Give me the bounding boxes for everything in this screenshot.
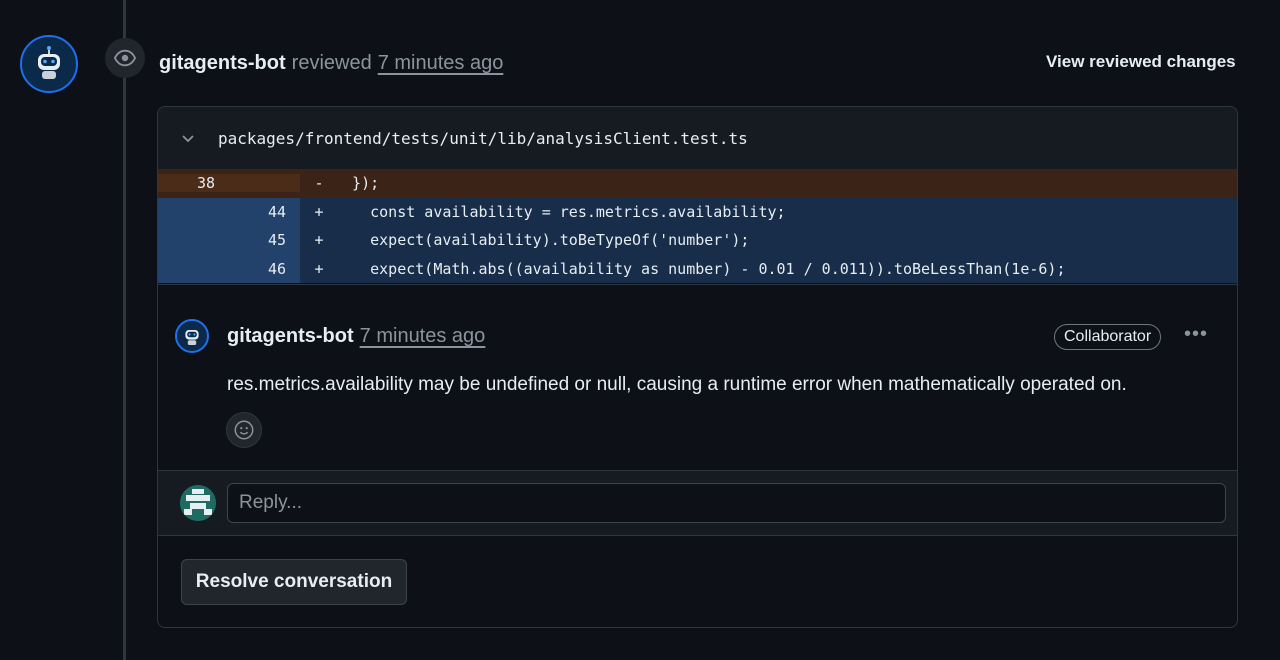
timeline-line bbox=[123, 0, 126, 660]
reply-row bbox=[158, 470, 1237, 536]
identicon-icon bbox=[180, 485, 216, 521]
comment-avatar[interactable] bbox=[175, 319, 209, 353]
code-line: expect(Math.abs((availability as number)… bbox=[334, 259, 1066, 278]
review-action: reviewed bbox=[291, 52, 372, 74]
diff-hunk: 38 - }); 44 + const availability = res.m… bbox=[158, 169, 1237, 283]
comment-author[interactable]: gitagents-bot bbox=[227, 325, 354, 348]
current-user-avatar[interactable] bbox=[180, 485, 216, 521]
new-line-number: 46 bbox=[158, 254, 300, 283]
diff-line-added: 44 + const availability = res.metrics.av… bbox=[158, 197, 1237, 226]
reviewer-avatar[interactable] bbox=[20, 35, 78, 93]
new-line-number: 45 bbox=[158, 226, 300, 255]
smiley-icon bbox=[234, 420, 254, 440]
diff-marker: + bbox=[314, 202, 324, 221]
review-header: gitagents-bot reviewed 7 minutes ago bbox=[159, 52, 503, 75]
add-reaction-button[interactable] bbox=[226, 412, 262, 448]
code-line: }); bbox=[334, 174, 380, 193]
robot-icon bbox=[185, 330, 199, 345]
old-line-number: 38 bbox=[158, 174, 300, 193]
code-line: const availability = res.metrics.availab… bbox=[334, 202, 786, 221]
comment-body: res.metrics.availability may be undefine… bbox=[227, 374, 1127, 395]
file-header: packages/frontend/tests/unit/lib/analysi… bbox=[158, 107, 1237, 169]
comment-timestamp[interactable]: 7 minutes ago bbox=[360, 325, 486, 348]
diff-marker: + bbox=[314, 259, 324, 278]
code-line: expect(availability).toBeTypeOf('number'… bbox=[334, 231, 750, 250]
resolve-conversation-button[interactable]: Resolve conversation bbox=[181, 559, 407, 605]
review-author[interactable]: gitagents-bot bbox=[159, 52, 286, 75]
collaborator-badge: Collaborator bbox=[1054, 324, 1162, 350]
file-path[interactable]: packages/frontend/tests/unit/lib/analysi… bbox=[218, 129, 748, 148]
robot-icon bbox=[38, 46, 60, 79]
diff-line-added: 45 + expect(availability).toBeTypeOf('nu… bbox=[158, 226, 1237, 255]
review-thread: packages/frontend/tests/unit/lib/analysi… bbox=[157, 106, 1238, 628]
kebab-horizontal-icon[interactable]: ••• bbox=[1184, 323, 1208, 346]
diff-marker: + bbox=[314, 231, 324, 250]
comment-header: gitagents-bot 7 minutes ago bbox=[227, 325, 485, 348]
reviewed-badge bbox=[105, 38, 145, 78]
eye-icon bbox=[114, 49, 136, 67]
review-comment: gitagents-bot 7 minutes ago Collaborator… bbox=[158, 284, 1237, 448]
reply-input[interactable] bbox=[227, 483, 1226, 523]
new-line-number: 44 bbox=[158, 197, 300, 226]
diff-marker: - bbox=[314, 174, 324, 193]
view-reviewed-changes-link[interactable]: View reviewed changes bbox=[1046, 52, 1236, 72]
chevron-down-icon[interactable] bbox=[180, 130, 196, 146]
diff-line-added: 46 + expect(Math.abs((availability as nu… bbox=[158, 254, 1237, 283]
review-timestamp[interactable]: 7 minutes ago bbox=[378, 52, 504, 75]
diff-line-deleted: 38 - }); bbox=[158, 169, 1237, 198]
